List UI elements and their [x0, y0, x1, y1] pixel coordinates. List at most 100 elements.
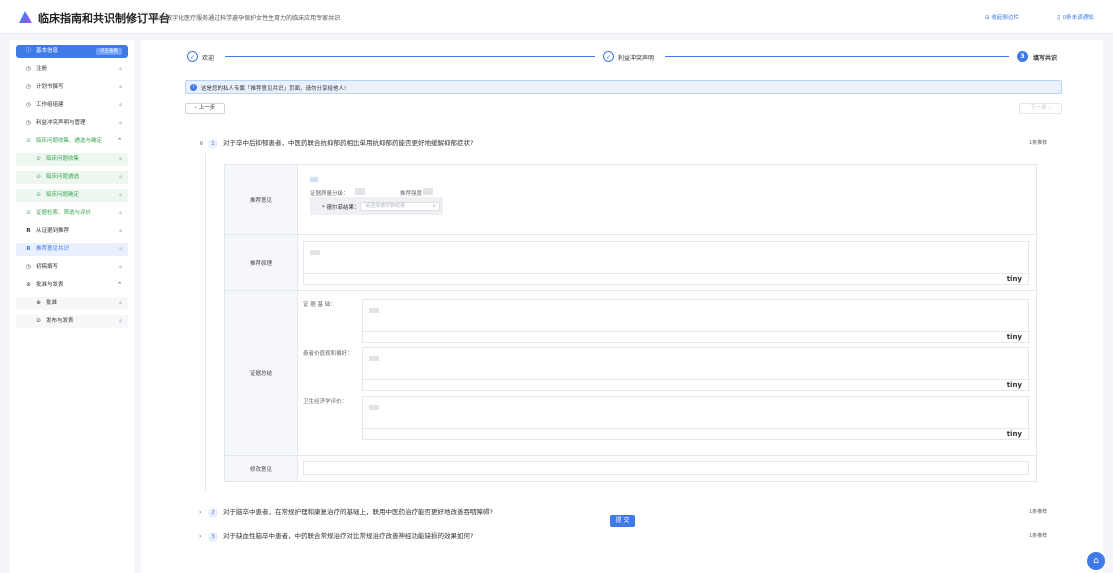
step-current-label[interactable]: 填写共识 [1033, 53, 1057, 62]
step-welcome-label[interactable]: 欢迎 [202, 53, 214, 62]
chevron-up-icon: ^ [117, 282, 122, 288]
lock-icon: 🔒︎ [119, 156, 122, 162]
consensus-form-table: 推荐意见 证据质量分级： 推荐强度： * 德尔菲结果： 请选择德尔菲结果 ∨ 推荐… [224, 164, 1037, 482]
sidebar-item-register[interactable]: ◷ 注册 🔒︎ [16, 63, 128, 76]
private-page-alert: i 这是您的私人专属「推荐意见共识」页面，请勿分享给他人! [185, 80, 1062, 94]
prev-button[interactable]: ‹ 上一步 [185, 103, 225, 114]
lock-icon: 🔒︎ [119, 264, 122, 270]
editor-content [310, 250, 320, 255]
chevron-right-icon: › [1046, 105, 1051, 111]
sidebar-item-question-confirm[interactable]: ⊙ 临床问题确定 🔒︎ [16, 189, 128, 202]
chevron-down-icon: ∨ [432, 203, 436, 209]
tiny-logo: tiny [1006, 333, 1022, 341]
publish-icon: ⊛ [26, 282, 31, 288]
question-3-text: 对于缺血性脑卒中患者，中药联合常规治疗对比常规治疗改善神经功能缺损的效果如何? [223, 532, 474, 540]
collapse-sidebar-link[interactable]: ⊟ 收起侧边栏 [985, 13, 1019, 21]
submit-button[interactable]: 提 交 [610, 515, 635, 527]
sidebar-item-approve[interactable]: ⊕ 批准 🔒︎ [16, 297, 128, 310]
rec-reason-row: 推荐原理 tiny [225, 235, 1036, 291]
sidebar-item-basic-info[interactable]: ⓘ 基本信息 点击查看 [16, 45, 128, 58]
question-3-header[interactable]: › 3 对于缺血性脑卒中患者，中药联合常规治疗对比常规治疗改善神经功能缺损的效果如何… [199, 530, 473, 542]
sidebar: ⓘ 基本信息 点击查看 ◷ 注册 🔒︎ ◷ 计划书撰写 🔒︎ ◷ 工作组组建 🔒︎ ◷ 利益冲突… [10, 40, 134, 573]
lock-icon: 🔒︎ [119, 246, 122, 252]
clock-icon: ◷ [26, 120, 31, 126]
tiny-logo: tiny [1006, 381, 1022, 389]
revision-textarea[interactable] [303, 461, 1029, 475]
chevron-right-icon: › [199, 532, 202, 540]
chevron-right-icon: › [199, 508, 202, 516]
lock-icon: 🔒︎ [119, 120, 122, 126]
rec-reason-editor[interactable]: tiny [303, 241, 1029, 285]
check-circle-icon: ⊙ [26, 138, 31, 144]
sidebar-item-conflict[interactable]: ◷ 利益冲突声明与管理 🔒︎ [16, 117, 128, 130]
question-1-header[interactable]: ∨ 1 对于卒中后抑郁患者，中医药联合抗抑郁药相比单用抗抑郁药能否更好地缓解抑郁症状… [199, 137, 473, 149]
sidebar-item-clinical-questions[interactable]: ⊙ 临床问题收集、遴选与确定 ^ [16, 135, 128, 148]
step-line [225, 56, 595, 57]
sidebar-item-draft[interactable]: ◷ 初稿撰写 🔒︎ [16, 261, 128, 274]
notifications-link[interactable]: ♫ 0条未读通知 [1056, 13, 1094, 21]
evidence-basis-editor[interactable]: tiny [362, 299, 1029, 343]
lock-icon: 🔒︎ [119, 318, 122, 324]
tiny-logo: tiny [1006, 430, 1022, 438]
step-line [665, 56, 1009, 57]
evidence-summary-row: 证据总结 证 据 基 础： tiny 患者价值观和偏好： tiny 卫生经济学评… [225, 291, 1036, 456]
sidebar-item-evidence-to-rec[interactable]: R 从证据到推荐 🔒︎ [16, 225, 128, 238]
lock-icon: 🔒︎ [119, 300, 122, 306]
publish-icon: ⊙ [36, 318, 41, 324]
app-title: 临床指南和共识制修订平台 [38, 12, 170, 25]
clock-icon: ◷ [26, 66, 31, 72]
next-button[interactable]: 下一步 › [1019, 103, 1062, 114]
evidence-quality-value [355, 188, 365, 195]
approve-icon: ⊕ [36, 300, 41, 306]
sidebar-item-question-collect[interactable]: ⊙ 临床问题收集 🔒︎ [16, 153, 128, 166]
lock-icon: 🔒︎ [119, 102, 122, 108]
evidence-basis-label: 证 据 基 础： [303, 302, 336, 308]
question-2-text: 对于脑卒中患者，在常规护理和康复治疗的基础上，联用中医药治疗能否更好地改善吞咽障… [223, 508, 493, 516]
alert-text: 这是您的私人专属「推荐意见共识」页面，请勿分享给他人! [201, 86, 347, 92]
question-1-rec-count: 1条推荐 [1029, 140, 1048, 146]
delphi-select[interactable]: 请选择德尔菲结果 ∨ [360, 202, 440, 211]
question-2-header[interactable]: › 2 对于脑卒中患者，在常规护理和康复治疗的基础上，联用中医药治疗能否更好地改善吞… [199, 506, 493, 518]
delphi-label: * 德尔菲结果： [322, 205, 360, 211]
check-circle-icon: ⊙ [26, 210, 31, 216]
chat-assistant-icon[interactable]: ⌂ [1087, 552, 1105, 570]
lock-icon: 🔒︎ [119, 84, 122, 90]
rec-strength-value [423, 188, 433, 195]
patient-values-editor[interactable]: tiny [362, 347, 1029, 391]
sidebar-item-consensus[interactable]: R 推荐意见共识 🔒︎ [16, 243, 128, 256]
health-econ-label: 卫生经济学评价： [303, 399, 348, 405]
tiny-logo: tiny [1006, 275, 1022, 283]
main-content: ✓ 欢迎 ✓ 利益冲突声明 3 填写共识 i 这是您的私人专属「推荐意见共识」页… [141, 40, 1103, 573]
rec-opinion-text [310, 177, 318, 182]
patient-values-label: 患者价值观和偏好： [303, 351, 353, 357]
sidebar-item-publish[interactable]: ⊙ 发布与发表 🔒︎ [16, 315, 128, 328]
view-badge[interactable]: 点击查看 [96, 48, 122, 55]
lock-icon: 🔒︎ [119, 66, 122, 72]
sidebar-item-approve-publish[interactable]: ⊛ 批准与发表 ^ [16, 279, 128, 292]
expand-guide-line [205, 153, 206, 491]
sidebar-item-plan[interactable]: ◷ 计划书撰写 🔒︎ [16, 81, 128, 94]
sidebar-item-question-select[interactable]: ⊙ 临床问题遴选 🔒︎ [16, 171, 128, 184]
rec-opinion-row: 推荐意见 证据质量分级： 推荐强度： * 德尔菲结果： 请选择德尔菲结果 ∨ [225, 165, 1036, 235]
question-2-rec-count: 1条推荐 [1029, 509, 1048, 515]
health-econ-editor[interactable]: tiny [362, 396, 1029, 440]
info-icon: ⓘ [25, 48, 32, 54]
lock-icon: 🔒︎ [119, 192, 122, 198]
rec-reason-label: 推荐原理 [225, 235, 298, 290]
question-3-rec-count: 1条推荐 [1029, 533, 1048, 539]
sidebar-item-evidence[interactable]: ⊙ 证据检索、筛选与评价 🔒︎ [16, 207, 128, 220]
revision-row: 修改意见 [225, 456, 1036, 481]
lock-icon: 🔒︎ [119, 174, 122, 180]
lock-icon: 🔒︎ [119, 228, 122, 234]
evidence-quality-label: 证据质量分级： [310, 191, 349, 197]
step-conflict-check-icon: ✓ [603, 51, 614, 62]
step-conflict-label[interactable]: 利益冲突声明 [618, 53, 654, 62]
revision-label: 修改意见 [225, 456, 298, 481]
sidebar-item-workgroup[interactable]: ◷ 工作组组建 🔒︎ [16, 99, 128, 112]
chevron-down-icon: ∨ [199, 139, 204, 147]
clock-icon: ◷ [26, 84, 31, 90]
top-header: 临床指南和共识制修订平台 测试-数字化医疗服务通过科学避孕保护女性生育力的临床应… [0, 0, 1113, 34]
step-current-number: 3 [1017, 51, 1028, 62]
check-circle-icon: ⊙ [36, 156, 41, 162]
check-circle-icon: ⊙ [36, 192, 41, 198]
